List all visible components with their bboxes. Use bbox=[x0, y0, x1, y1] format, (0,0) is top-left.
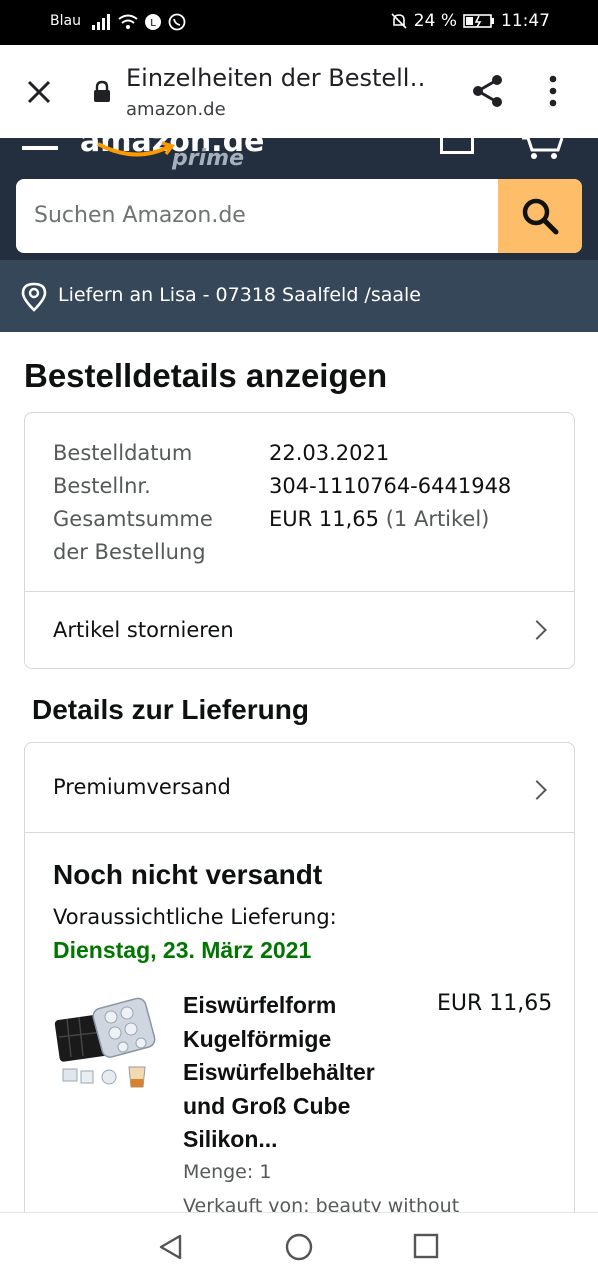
browser-toolbar: Einzelheiten der Bestell… amazon.de bbox=[0, 45, 598, 138]
home-icon[interactable] bbox=[284, 1233, 314, 1263]
order-total-label: Gesamtsumme der Bestellung bbox=[53, 507, 213, 564]
page-tab-title: Einzelheiten der Bestell… bbox=[126, 64, 426, 92]
signal-icon bbox=[92, 14, 110, 30]
wifi-icon bbox=[118, 14, 138, 29]
battery-icon bbox=[463, 14, 494, 28]
carrier-name: Blau bbox=[50, 13, 81, 29]
status-bar: Blau L 24 % 11:47 bbox=[0, 0, 598, 45]
order-labels: Bestelldatum Bestellnr. Gesamtsumme der … bbox=[53, 437, 253, 569]
cancel-items-label: Artikel stornieren bbox=[53, 618, 234, 642]
order-date-label: Bestelldatum bbox=[53, 441, 193, 465]
page-title: Bestelldetails anzeigen bbox=[24, 357, 388, 394]
order-item-count: (1 Artikel) bbox=[385, 507, 490, 531]
whatsapp-icon bbox=[168, 13, 186, 31]
page-url[interactable]: amazon.de bbox=[126, 99, 226, 120]
deliver-to-bar[interactable]: Liefern an Lisa - 07318 Saalfeld /saale bbox=[0, 260, 598, 332]
status-right: 24 % 11:47 bbox=[390, 11, 550, 31]
order-total-row: EUR 11,65 (1 Artikel) bbox=[269, 503, 511, 536]
notification-l-icon: L bbox=[145, 14, 161, 30]
cancel-items-link[interactable]: Artikel stornieren bbox=[25, 591, 574, 669]
battery-percent: 24 % bbox=[413, 11, 457, 31]
location-pin-icon bbox=[21, 282, 47, 312]
product-image[interactable] bbox=[53, 995, 159, 1091]
order-number-label: Bestellnr. bbox=[53, 474, 151, 498]
search-icon bbox=[522, 198, 559, 235]
estimated-delivery-date: Dienstag, 23. März 2021 bbox=[53, 937, 312, 963]
svg-text:L: L bbox=[150, 18, 156, 29]
clock: 11:47 bbox=[501, 11, 550, 31]
recents-icon[interactable] bbox=[413, 1233, 439, 1261]
order-total-value: EUR 11,65 bbox=[269, 507, 380, 531]
shipment-status: Noch nicht versandt bbox=[53, 859, 323, 890]
product-name-link[interactable]: Eiswürfelform Kugelförmige Eiswürfelbehä… bbox=[183, 989, 423, 1157]
order-number-value: 304-1110764-6441948 bbox=[269, 474, 512, 498]
share-icon[interactable] bbox=[470, 73, 506, 109]
deliver-to-text: Liefern an Lisa - 07318 Saalfeld /saale bbox=[58, 284, 421, 306]
order-values: 22.03.2021 304-1110764-6441948 EUR 11,65… bbox=[269, 437, 511, 536]
product-price: EUR 11,65 bbox=[437, 991, 553, 1016]
account-icon[interactable] bbox=[440, 138, 474, 154]
close-icon[interactable] bbox=[24, 77, 54, 107]
lock-icon bbox=[94, 80, 110, 102]
product-quantity: Menge: 1 bbox=[183, 1161, 272, 1183]
back-icon[interactable] bbox=[156, 1233, 184, 1261]
amazon-header: amazon.de prime Suchen Amazon.de bbox=[0, 138, 598, 260]
chevron-right-icon bbox=[527, 780, 547, 800]
order-date-value: 22.03.2021 bbox=[269, 441, 390, 465]
shipping-method-label: Premiumversand bbox=[53, 775, 231, 799]
shipping-method-link[interactable]: Premiumversand bbox=[25, 743, 574, 833]
chevron-right-icon bbox=[527, 620, 547, 640]
status-icons: L bbox=[92, 13, 186, 31]
more-options-icon[interactable] bbox=[548, 75, 558, 107]
mute-bell-icon bbox=[391, 13, 407, 29]
prime-logo: prime bbox=[172, 146, 244, 171]
amazon-smile-icon bbox=[97, 141, 175, 157]
system-nav-bar bbox=[0, 1212, 598, 1280]
cart-icon[interactable] bbox=[520, 138, 564, 160]
search-bar[interactable]: Suchen Amazon.de bbox=[16, 179, 582, 253]
hamburger-menu-icon[interactable] bbox=[22, 146, 58, 150]
estimated-delivery-label: Voraussichtliche Lieferung: bbox=[53, 905, 337, 929]
delivery-card: Premiumversand Noch nicht versandt Vorau… bbox=[24, 742, 575, 1262]
delivery-section-title: Details zur Lieferung bbox=[32, 694, 309, 725]
order-summary-card: Bestelldatum Bestellnr. Gesamtsumme der … bbox=[24, 412, 575, 669]
search-input[interactable]: Suchen Amazon.de bbox=[34, 203, 246, 228]
search-button[interactable] bbox=[498, 179, 582, 253]
